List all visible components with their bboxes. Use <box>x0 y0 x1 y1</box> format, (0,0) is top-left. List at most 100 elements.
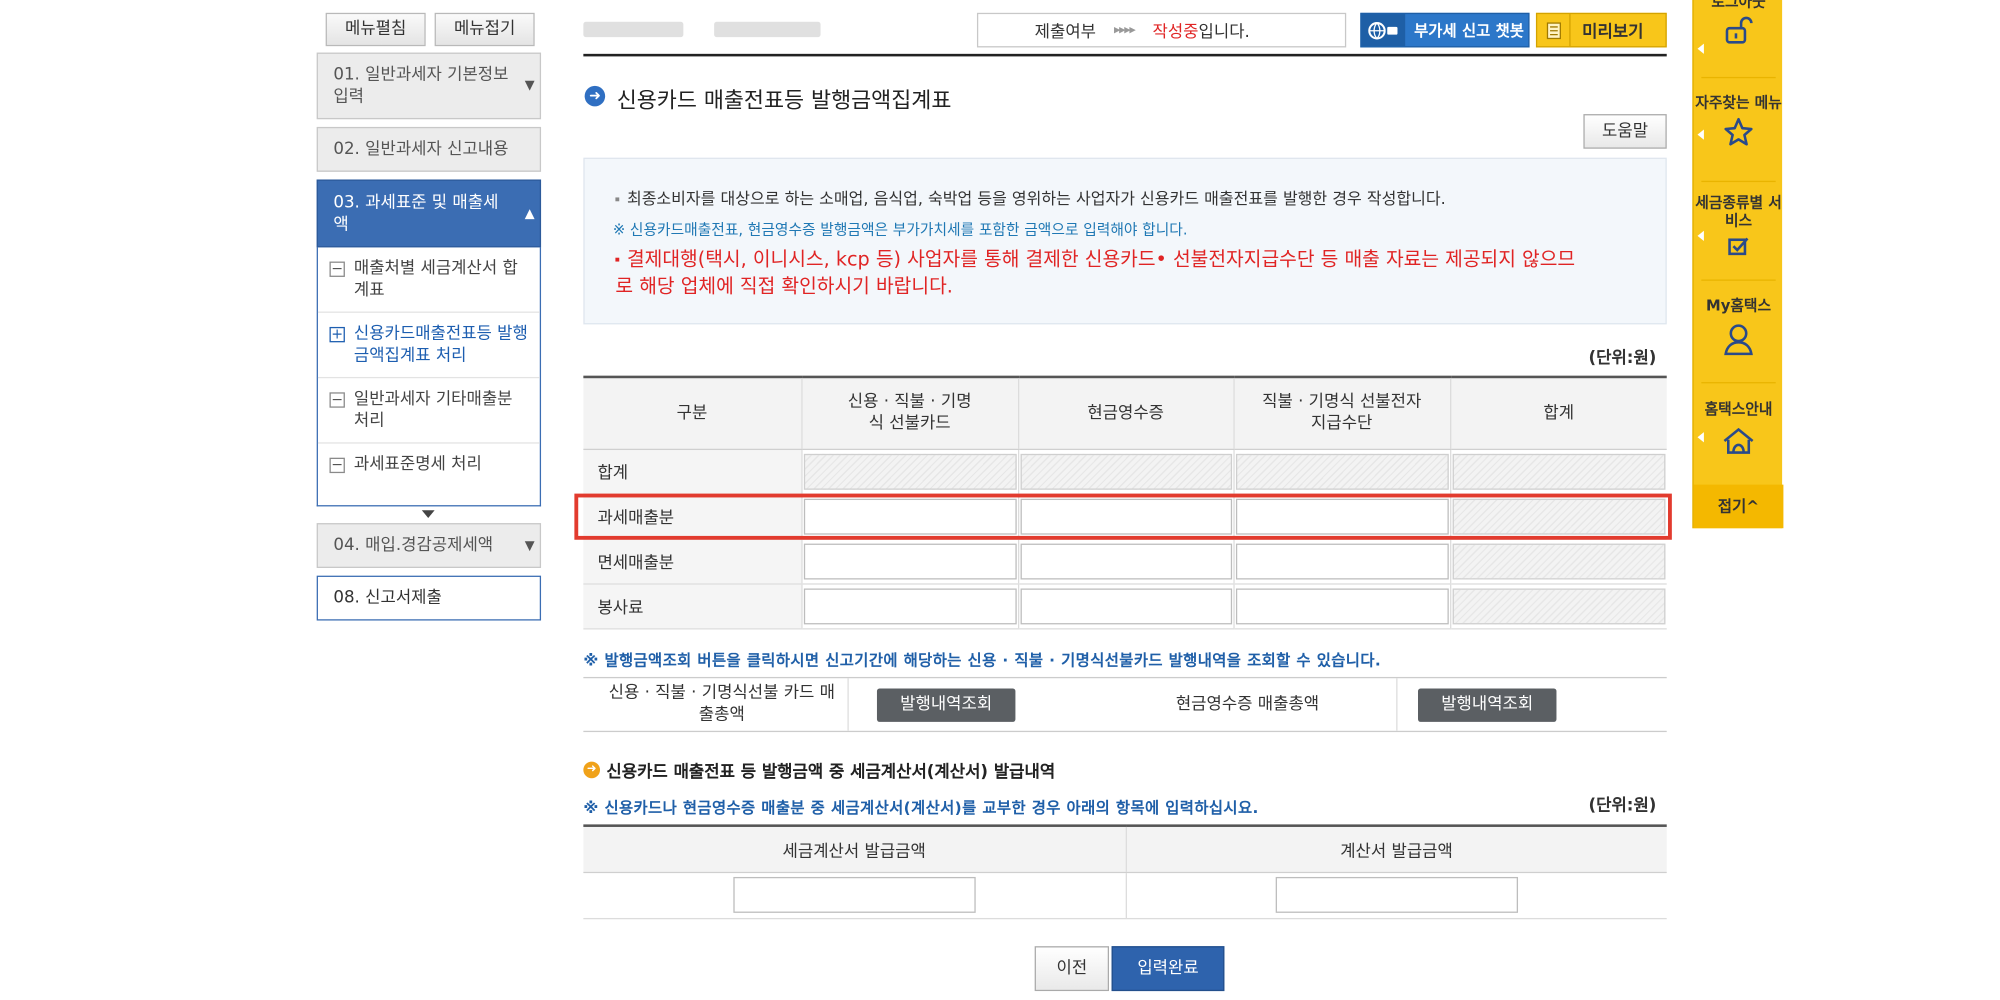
invoice-table: 세금계산서 발급금액 계산서 발급금액 <box>583 824 1667 919</box>
table-row: 면세매출분 <box>583 538 1667 584</box>
chevron-up-icon: ▲ <box>524 206 535 221</box>
exempt-card-input[interactable] <box>803 542 1017 579</box>
table-header: 신용 · 직불 · 기명식 선불카드 <box>800 375 1018 450</box>
help-button[interactable]: 도움말 <box>1583 114 1667 149</box>
complete-button[interactable]: 입력완료 <box>1111 946 1225 992</box>
sub-item-other-sales[interactable]: − 일반과세자 기타매출분 처리 <box>317 378 540 444</box>
nav-item-purchase-deduction[interactable]: 04. 매입.경감공제세액 ▼ <box>316 523 542 568</box>
collapse-icon: − <box>329 456 345 474</box>
chevron-down-icon: ▼ <box>524 78 535 93</box>
sub-item-tax-base-detail[interactable]: − 과세표준명세 처리 <box>318 444 540 486</box>
status-suffix: 입니다. <box>1198 23 1250 43</box>
divider <box>1396 678 1398 731</box>
table-header: 현금영수증 <box>1017 375 1234 450</box>
divider <box>583 53 1667 57</box>
submission-status: 제출여부 ▸▸▸▸ 작성중입니다. <box>976 12 1347 48</box>
service-sum-field <box>1451 587 1666 624</box>
notice-text: 결제대행(택시, 이니시스, kcp 등) 사업자를 통해 결제한 신용카드• … <box>615 247 1576 298</box>
sub-item-sales-invoice[interactable]: − 매출처별 세금계산서 합계표 <box>317 247 540 313</box>
caret-left-icon <box>1697 432 1704 443</box>
preview-button[interactable]: 미리보기 <box>1535 12 1667 48</box>
blurred-text <box>714 21 821 38</box>
quick-label: 세금종류별 서비스 <box>1695 193 1782 230</box>
nav-item-basic-info[interactable]: 01. 일반과세자 기본정보 입력 ▼ <box>316 52 542 120</box>
quick-tax-service[interactable]: 세금종류별 서비스 <box>1694 194 1784 258</box>
arrows-icon: ▸▸▸▸ <box>1113 23 1136 38</box>
tax-invoice-amount-input[interactable] <box>733 876 976 913</box>
exempt-sum-field <box>1451 542 1666 579</box>
total-prepaid-field <box>1235 453 1449 490</box>
row-label: 봉사료 <box>583 583 802 629</box>
exempt-prepaid-input[interactable] <box>1235 542 1449 579</box>
divider <box>1701 180 1776 183</box>
nav-item-report-contents[interactable]: 02. 일반과세자 신고내용 <box>316 126 542 172</box>
nav-item-label: 02. 일반과세자 신고내용 <box>333 139 509 159</box>
service-cash-input[interactable] <box>1019 587 1232 624</box>
quick-label: 로그아웃 <box>1711 0 1766 11</box>
caret-down-icon <box>421 510 435 518</box>
lookup-row: 신용 · 직불 · 기명식선불 카드 매출총액 발행내역조회 현금영수증 매출총… <box>583 676 1667 733</box>
total-card-field <box>803 453 1017 490</box>
quick-label: My홈택스 <box>1706 296 1772 315</box>
service-card-input[interactable] <box>803 587 1017 624</box>
notice-box: 최종소비자를 대상으로 하는 소매업, 음식업, 숙박업 등을 영위하는 사업자… <box>583 157 1667 325</box>
chevron-down-icon: ▼ <box>524 538 535 553</box>
unlock-icon <box>1725 16 1753 44</box>
notice-line-3: 결제대행(택시, 이니시스, kcp 등) 사업자를 통해 결제한 신용카드• … <box>615 246 1589 300</box>
card-lookup-button[interactable]: 발행내역조회 <box>876 688 1016 722</box>
divider <box>847 678 849 731</box>
quick-guide[interactable]: 홈택스안내 <box>1694 400 1784 459</box>
sub-item-label: 일반과세자 기타매출분 처리 <box>353 389 513 431</box>
menu-collapse-button[interactable]: 메뉴접기 <box>434 12 535 47</box>
nav-item-label: 01. 일반과세자 기본정보 입력 <box>333 65 509 107</box>
cash-total-label: 현금영수증 매출총액 <box>1175 694 1320 715</box>
arrow-right-icon: ➜ <box>583 761 601 779</box>
caret-left-icon <box>1697 129 1704 140</box>
card-total-label: 신용 · 직불 · 기명식선불 카드 매출총액 <box>608 683 836 725</box>
sub-item-credit-card[interactable]: + 신용카드매출전표등 발행금액집계표 처리 <box>317 313 540 379</box>
nav-item-tax-base[interactable]: 03. 과세표준 및 매출세액 ▲ <box>316 179 542 248</box>
cash-lookup-button[interactable]: 발행내역조회 <box>1418 688 1557 722</box>
invoice-amount-input[interactable] <box>1275 876 1518 913</box>
nav-item-label: 08. 신고서제출 <box>333 588 442 608</box>
sub-item-label: 매출처별 세금계산서 합계표 <box>353 258 518 301</box>
quick-fold-button[interactable]: 접기^ <box>1693 484 1784 529</box>
service-prepaid-input[interactable] <box>1235 587 1449 624</box>
quick-menu: 로그아웃 자주찾는 메뉴 세금종류별 서비스 My홈택스 홈택스안내 접기^ <box>1692 0 1784 529</box>
nav-item-label: 04. 매입.경감공제세액 <box>333 535 494 556</box>
document-icon <box>1537 14 1571 47</box>
highlight-box <box>574 493 1672 540</box>
previous-button[interactable]: 이전 <box>1034 946 1110 992</box>
star-icon <box>1724 117 1753 146</box>
quick-label: 자주찾는 메뉴 <box>1695 93 1782 112</box>
caret-left-icon <box>1697 230 1704 242</box>
quick-logout[interactable]: 로그아웃 <box>1694 0 1784 46</box>
sub-item-label: 과세표준명세 처리 <box>353 455 482 475</box>
divider <box>1701 382 1776 384</box>
quick-favorites[interactable]: 자주찾는 메뉴 <box>1694 94 1784 148</box>
section-title: 신용카드 매출전표 등 발행금액 중 세금계산서(계산서) 발급내역 <box>606 762 1056 783</box>
table-row: 합계 <box>583 448 1667 495</box>
chatbot-button[interactable]: 부가세 신고 챗봇 <box>1360 12 1530 48</box>
collapse-icon: − <box>329 391 345 408</box>
blurred-text <box>583 21 684 38</box>
exempt-cash-input[interactable] <box>1019 542 1232 579</box>
menu-expand-button[interactable]: 메뉴펼침 <box>325 12 426 47</box>
row-label: 면세매출분 <box>583 538 802 584</box>
row-label: 합계 <box>583 448 802 495</box>
collapse-icon: − <box>329 260 345 277</box>
preview-label: 미리보기 <box>1582 23 1644 43</box>
nav-item-submit[interactable]: 08. 신고서제출 <box>316 575 542 621</box>
home-icon <box>1723 427 1754 454</box>
invoice-note: ※ 신용카드나 현금영수증 매출분 중 세금계산서(계산서)를 교부한 경우 아… <box>583 798 1259 817</box>
bullet-icon <box>615 257 620 262</box>
chatbot-icon <box>1361 14 1406 47</box>
status-value: 작성중 <box>1152 23 1199 43</box>
checkbox-icon <box>1728 237 1749 256</box>
quick-my-hometax[interactable]: My홈택스 <box>1694 296 1784 358</box>
table-row: 봉사료 <box>583 583 1667 629</box>
nav-sub-list: − 매출처별 세금계산서 합계표 + 신용카드매출전표등 발행금액집계표 처리 … <box>316 247 542 507</box>
lookup-note: ※ 발행금액조회 버튼을 클릭하시면 신고기간에 해당하는 신용 · 직불 · … <box>583 651 1382 670</box>
caret-left-icon <box>1697 43 1704 54</box>
notice-line-1: 최종소비자를 대상으로 하는 소매업, 음식업, 숙박업 등을 영위하는 사업자… <box>615 185 1446 209</box>
